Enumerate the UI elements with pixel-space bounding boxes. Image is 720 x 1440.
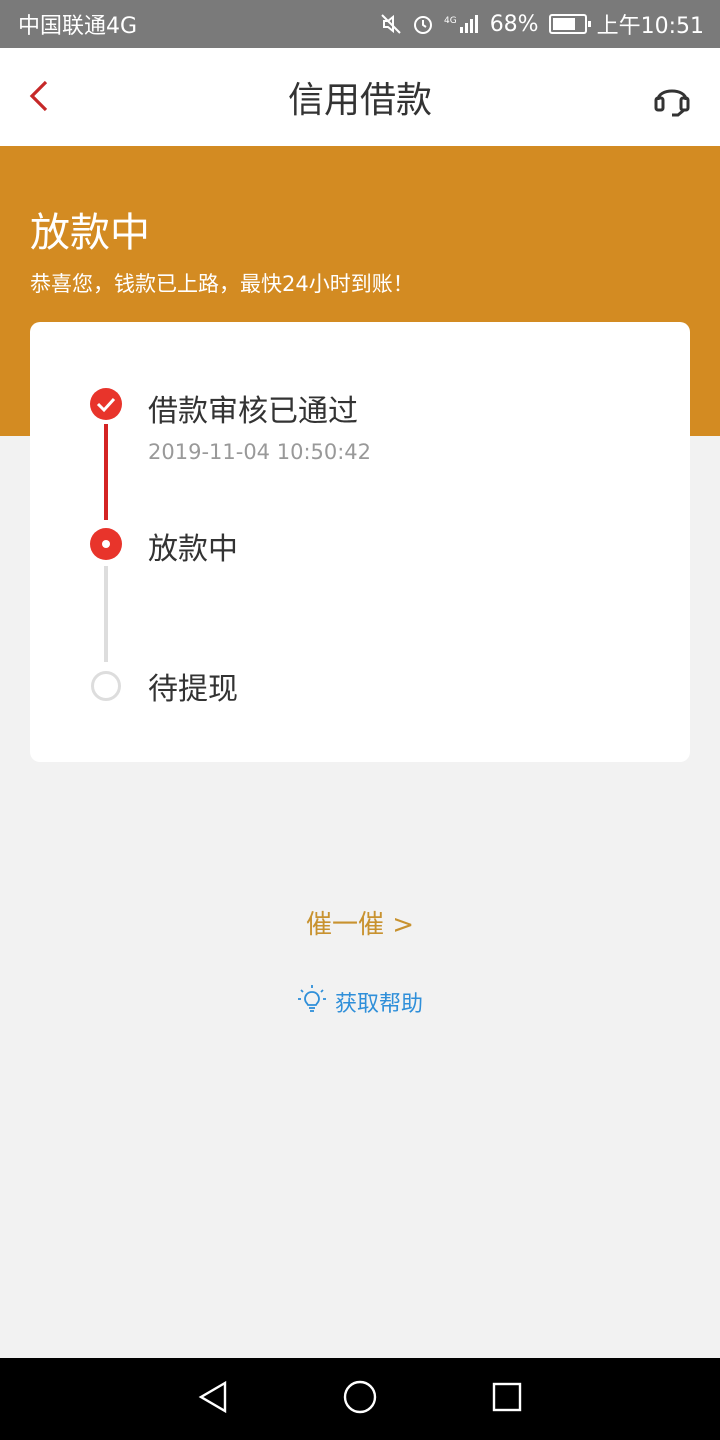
pending-step-circle-icon bbox=[90, 670, 122, 702]
status-bar: 中国联通4G 4G 68% 上午10:51 bbox=[0, 0, 720, 48]
check-icon bbox=[90, 388, 122, 420]
customer-service-headset-icon[interactable] bbox=[650, 76, 694, 120]
step-label-disbursing: 放款中 bbox=[148, 532, 238, 567]
battery-icon bbox=[548, 14, 591, 34]
back-arrow-icon[interactable] bbox=[22, 76, 62, 116]
lightbulb-icon bbox=[297, 984, 327, 1020]
step-label-pending-withdraw: 待提现 bbox=[148, 672, 238, 707]
system-back-icon[interactable] bbox=[195, 1379, 231, 1419]
timeline-line-inactive bbox=[104, 566, 108, 662]
carrier-label: 中国联通4G bbox=[18, 14, 138, 39]
nav-bar: 信用借款 bbox=[0, 48, 720, 146]
signal-icon: 4G bbox=[444, 13, 480, 35]
alarm-icon bbox=[412, 13, 434, 35]
svg-text:4G: 4G bbox=[444, 16, 457, 26]
step-time-approved: 2019-11-04 10:50:42 bbox=[148, 440, 372, 464]
page-title: 信用借款 bbox=[287, 80, 432, 121]
battery-percent: 68% bbox=[489, 11, 539, 37]
urge-link[interactable]: 催一催 > bbox=[0, 904, 720, 941]
get-help-label: 获取帮助 bbox=[334, 992, 423, 1017]
system-navigation-bar bbox=[0, 1358, 720, 1440]
progress-card: 借款审核已通过 2019-11-04 10:50:42 放款中 待提现 bbox=[30, 322, 690, 762]
active-step-dot-icon bbox=[90, 528, 122, 560]
hero-status-subtitle: 恭喜您，钱款已上路，最快24小时到账！ bbox=[30, 272, 414, 296]
system-home-icon[interactable] bbox=[342, 1379, 378, 1419]
clock-time: 上午10:51 bbox=[596, 14, 704, 39]
mute-icon bbox=[380, 13, 402, 35]
step-label-approved: 借款审核已通过 bbox=[148, 394, 358, 429]
get-help-link[interactable]: 获取帮助 bbox=[0, 984, 720, 1020]
timeline-line-active bbox=[104, 424, 108, 520]
system-recents-icon[interactable] bbox=[489, 1379, 525, 1419]
hero-status-title: 放款中 bbox=[30, 210, 150, 256]
status-right: 4G 68% 上午10:51 bbox=[380, 8, 704, 40]
